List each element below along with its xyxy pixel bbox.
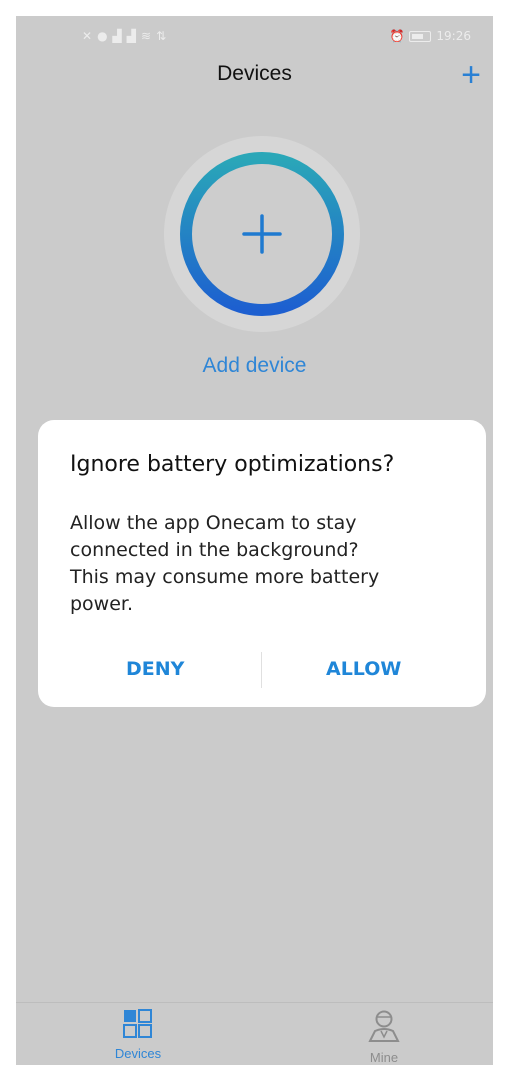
deny-button[interactable]: DENY <box>126 658 184 680</box>
tab-devices[interactable]: Devices <box>88 1009 188 1061</box>
bottom-tab-bar: Devices Mine <box>16 1002 493 1065</box>
plus-icon: + <box>461 56 481 94</box>
dot-icon: ● <box>97 29 108 43</box>
page-title: Devices <box>217 62 292 85</box>
battery-optimization-dialog: Ignore battery optimizations? Allow the … <box>38 420 486 707</box>
dialog-message-line: power. <box>70 593 134 615</box>
add-device-button[interactable] <box>164 136 360 332</box>
button-divider <box>261 652 262 688</box>
data-icon: ⇅ <box>156 29 167 43</box>
wifi-icon: ≋ <box>141 29 152 43</box>
dialog-title: Ignore battery optimizations? <box>70 452 395 477</box>
x-icon: ✕ <box>82 29 93 43</box>
app-screen: ✕ ● ▟ ▟ ≋ ⇅ ⏰ 19:26 Devices + Add device… <box>16 16 493 1065</box>
tab-mine-label: Mine <box>369 1050 399 1065</box>
person-icon <box>368 1010 400 1042</box>
dialog-message-line: connected in the background? <box>70 539 359 561</box>
signal-icon: ▟ <box>112 29 122 43</box>
grid-icon <box>123 1009 152 1038</box>
status-bar: ✕ ● ▟ ▟ ≋ ⇅ ⏰ 19:26 <box>16 16 493 60</box>
tab-devices-label: Devices <box>114 1046 162 1061</box>
status-icons-left: ✕ ● ▟ ▟ ≋ ⇅ <box>82 29 166 43</box>
tab-mine[interactable]: Mine <box>334 1009 434 1065</box>
alarm-icon: ⏰ <box>389 29 405 43</box>
add-device-ring <box>178 150 346 318</box>
allow-button[interactable]: ALLOW <box>326 658 401 680</box>
signal-icon: ▟ <box>126 29 137 43</box>
dialog-message: Allow the app Onecam to stay connected i… <box>70 510 470 618</box>
status-icons-right: ⏰ 19:26 <box>389 29 471 43</box>
status-time: 19:26 <box>436 29 471 43</box>
add-device-label[interactable]: Add device <box>16 354 493 378</box>
dialog-message-line: Allow the app Onecam to stay <box>70 512 357 534</box>
dialog-message-line: This may consume more battery <box>70 566 380 588</box>
battery-icon <box>409 30 432 42</box>
add-button[interactable]: + <box>461 58 481 92</box>
